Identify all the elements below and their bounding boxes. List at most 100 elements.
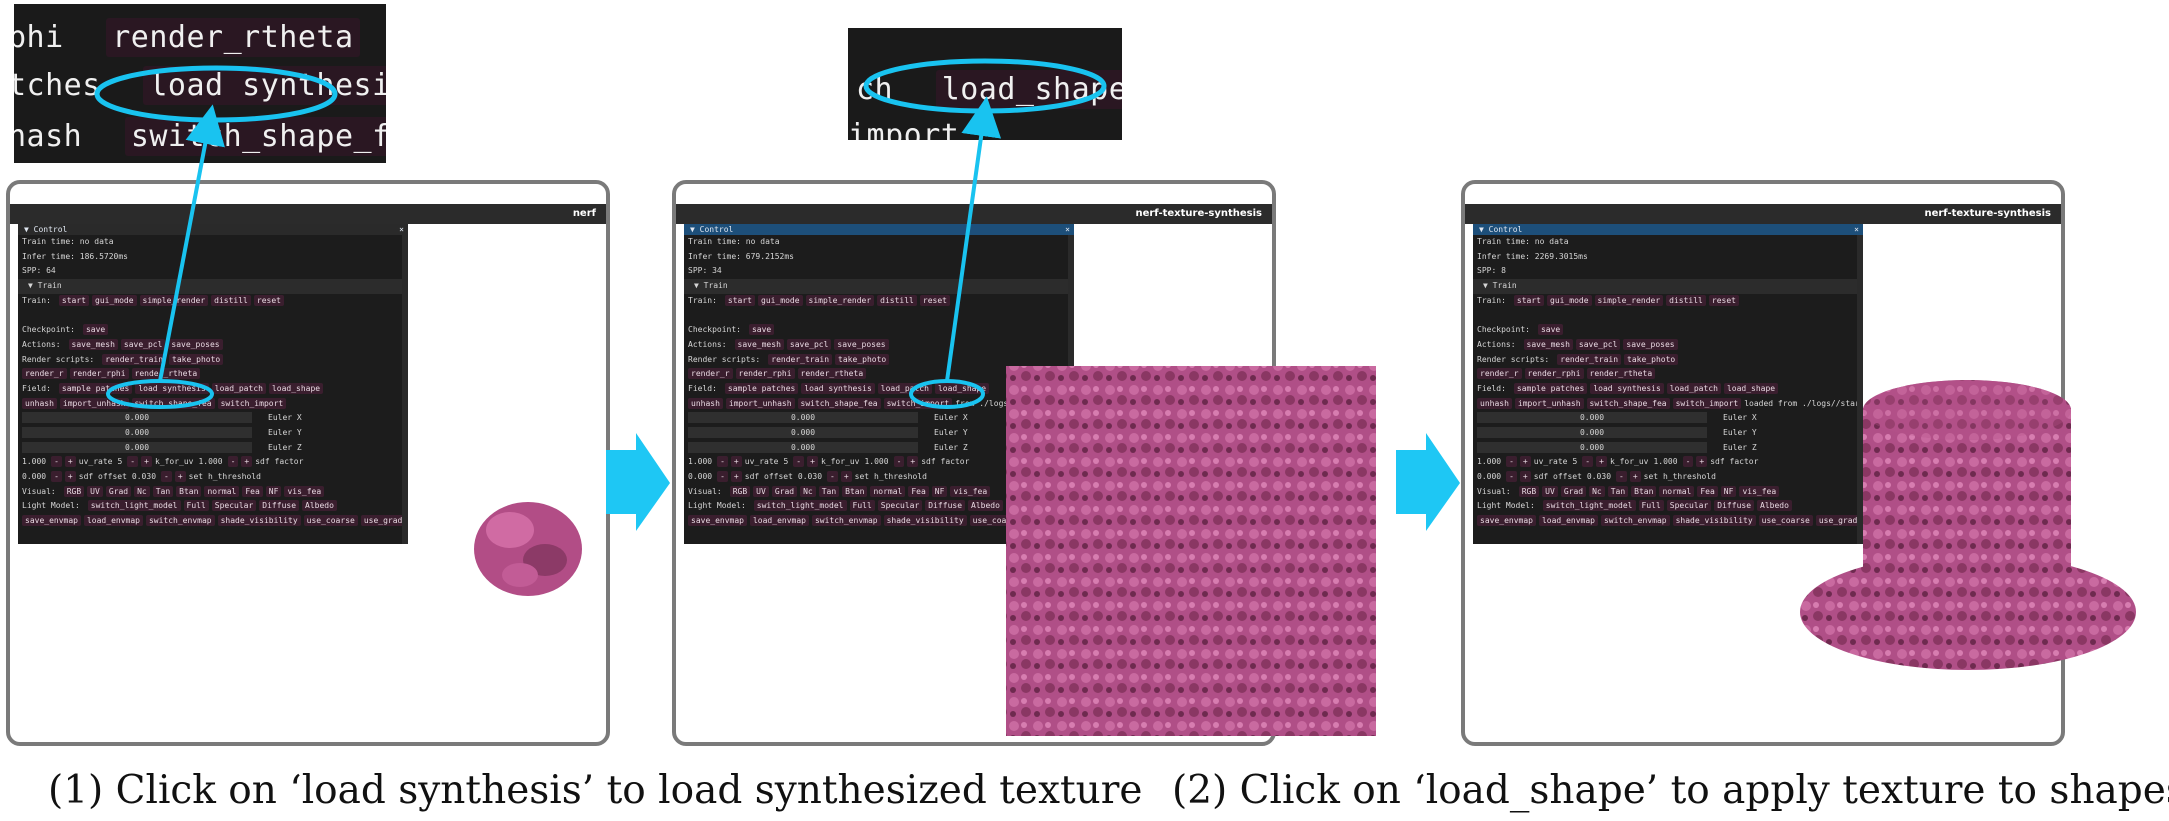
visual-rgb-button[interactable]: RGB [1518, 485, 1540, 497]
save-mesh-button[interactable]: save_mesh [1523, 338, 1573, 350]
minus-button[interactable]: - [1682, 456, 1694, 468]
plus-button[interactable]: + [730, 456, 742, 468]
use-grad-button[interactable]: use_grad [1815, 515, 1861, 527]
light-switch-light-model-button[interactable]: switch_light_model [87, 500, 181, 512]
switch-shape-fea-button[interactable]: switch_shape_fea [1586, 397, 1670, 409]
start-button[interactable]: start [58, 294, 89, 306]
plus-button[interactable]: + [840, 471, 852, 482]
visual-nf-button[interactable]: NF [265, 485, 282, 497]
visual-uv-button[interactable]: UV [1542, 485, 1558, 497]
plus-button[interactable]: + [241, 456, 253, 468]
simple-render-button[interactable]: simple_render [139, 294, 209, 306]
use-coarse-button[interactable]: use_coarse [1758, 515, 1813, 527]
visual-vis-fea-button[interactable]: vis_fea [950, 485, 991, 497]
use-grad-button[interactable]: use_grad [360, 515, 406, 527]
visual-tan-button[interactable]: Tan [1607, 485, 1629, 497]
load-synthesis-button[interactable]: load synthesis [135, 382, 209, 394]
plus-button[interactable]: + [907, 456, 919, 468]
load-shape-button[interactable]: load_shape [1723, 382, 1779, 394]
simple-render-button[interactable]: simple_render [805, 294, 875, 306]
switch-shape-fea-button[interactable]: switch_shape_fea [797, 397, 881, 409]
visual-nc-button[interactable]: Nc [800, 485, 816, 497]
visual-rgb-button[interactable]: RGB [729, 485, 751, 497]
import-unhash-button[interactable]: import_unhash [725, 397, 795, 409]
visual-vis-fea-button[interactable]: vis_fea [284, 485, 325, 497]
reset-button[interactable]: reset [1708, 294, 1739, 306]
shade-visibility-button[interactable]: shade_visibility [217, 515, 301, 527]
visual-normal-button[interactable]: normal [870, 485, 906, 497]
control-titlebar[interactable]: ▼ Control × [684, 224, 1074, 235]
render-r-button[interactable]: render_r [688, 368, 733, 380]
minus-button[interactable]: - [717, 456, 728, 468]
distill-button[interactable]: distill [1666, 294, 1706, 306]
switch-import-button[interactable]: switch_import [883, 397, 953, 409]
save-pcl-button[interactable]: save_pcl [1575, 338, 1621, 350]
sample-patches-button[interactable]: sample patches [1513, 382, 1588, 394]
plus-button[interactable]: + [174, 471, 186, 482]
save-mesh-button[interactable]: save_mesh [734, 338, 784, 350]
load-synthesis-button[interactable]: load synthesis [801, 382, 875, 394]
take-photo-button[interactable]: take_photo [1624, 353, 1679, 365]
euler-slider[interactable]: 0.000 [1477, 426, 1707, 438]
switch-envmap-button[interactable]: switch_envmap [1600, 515, 1670, 527]
euler-slider[interactable]: 0.000 [688, 441, 918, 453]
unhash-button[interactable]: unhash [688, 397, 723, 409]
load-envmap-button[interactable]: load_envmap [1538, 515, 1598, 527]
render-r-button[interactable]: render_r [1477, 368, 1522, 380]
control-titlebar[interactable]: ▼ Control × [18, 224, 408, 235]
visual-normal-button[interactable]: normal [1659, 485, 1695, 497]
visual-fea-button[interactable]: Fea [1697, 485, 1718, 497]
simple-render-button[interactable]: simple_render [1594, 294, 1664, 306]
plus-button[interactable]: + [730, 471, 742, 482]
control-titlebar[interactable]: ▼ Control × [1473, 224, 1863, 235]
visual-uv-button[interactable]: UV [753, 485, 769, 497]
plus-button[interactable]: + [807, 456, 818, 468]
visual-rgb-button[interactable]: RGB [63, 485, 85, 497]
switch-import-button[interactable]: switch_import [217, 397, 287, 409]
light-diffuse-button[interactable]: Diffuse [259, 500, 300, 512]
close-icon[interactable]: × [1854, 224, 1859, 235]
save-envmap-button[interactable]: save_envmap [688, 515, 747, 527]
load-synthesis-button[interactable]: load synthesis [1590, 382, 1664, 394]
load-patch-button[interactable]: load_patch [1666, 382, 1721, 394]
save-poses-button[interactable]: save_poses [168, 338, 223, 350]
light-specular-button[interactable]: Specular [877, 500, 923, 512]
train-section-header[interactable]: ▼ Train [684, 279, 1074, 294]
minus-button[interactable]: - [793, 456, 805, 468]
minus-button[interactable]: - [51, 471, 62, 482]
save-envmap-button[interactable]: save_envmap [1477, 515, 1536, 527]
euler-slider[interactable]: 0.000 [688, 412, 918, 424]
visual-vis-fea-button[interactable]: vis_fea [1739, 485, 1780, 497]
gui-mode-button[interactable]: gui_mode [758, 294, 803, 306]
minus-button[interactable]: - [1582, 456, 1594, 468]
import-unhash-button[interactable]: import_unhash [59, 397, 129, 409]
light-full-button[interactable]: Full [1638, 500, 1664, 512]
minus-button[interactable]: - [1616, 471, 1627, 482]
use-coarse-button[interactable]: use_coarse [969, 515, 1024, 527]
reset-button[interactable]: reset [919, 294, 950, 306]
visual-tan-button[interactable]: Tan [818, 485, 840, 497]
minus-button[interactable]: - [161, 471, 172, 482]
plus-button[interactable]: + [141, 456, 152, 468]
visual-btan-button[interactable]: Btan [176, 485, 202, 497]
visual-fea-button[interactable]: Fea [908, 485, 929, 497]
visual-grad-button[interactable]: Grad [1560, 485, 1587, 497]
minus-button[interactable]: - [1506, 471, 1517, 482]
scrollbar[interactable] [1068, 235, 1074, 544]
minus-button[interactable]: - [127, 456, 139, 468]
load-patch-button[interactable]: load_patch [877, 382, 932, 394]
minus-button[interactable]: - [1506, 456, 1517, 468]
render-rphi-button[interactable]: render_rphi [735, 368, 795, 380]
minus-button[interactable]: - [893, 456, 905, 468]
render-train-button[interactable]: render_train [102, 353, 167, 365]
visual-btan-button[interactable]: Btan [842, 485, 868, 497]
load-envmap-button[interactable]: load_envmap [83, 515, 143, 527]
load-shape-button[interactable]: load_shape [268, 382, 324, 394]
take-photo-button[interactable]: take_photo [169, 353, 224, 365]
light-albedo-button[interactable]: Albedo [1757, 500, 1792, 512]
render-rphi-button[interactable]: render_rphi [69, 368, 129, 380]
switch-import-button[interactable]: switch_import [1672, 397, 1742, 409]
shade-visibility-button[interactable]: shade_visibility [1672, 515, 1756, 527]
load-patch-button[interactable]: load_patch [211, 382, 266, 394]
save-checkpoint-button[interactable]: save [82, 324, 109, 336]
